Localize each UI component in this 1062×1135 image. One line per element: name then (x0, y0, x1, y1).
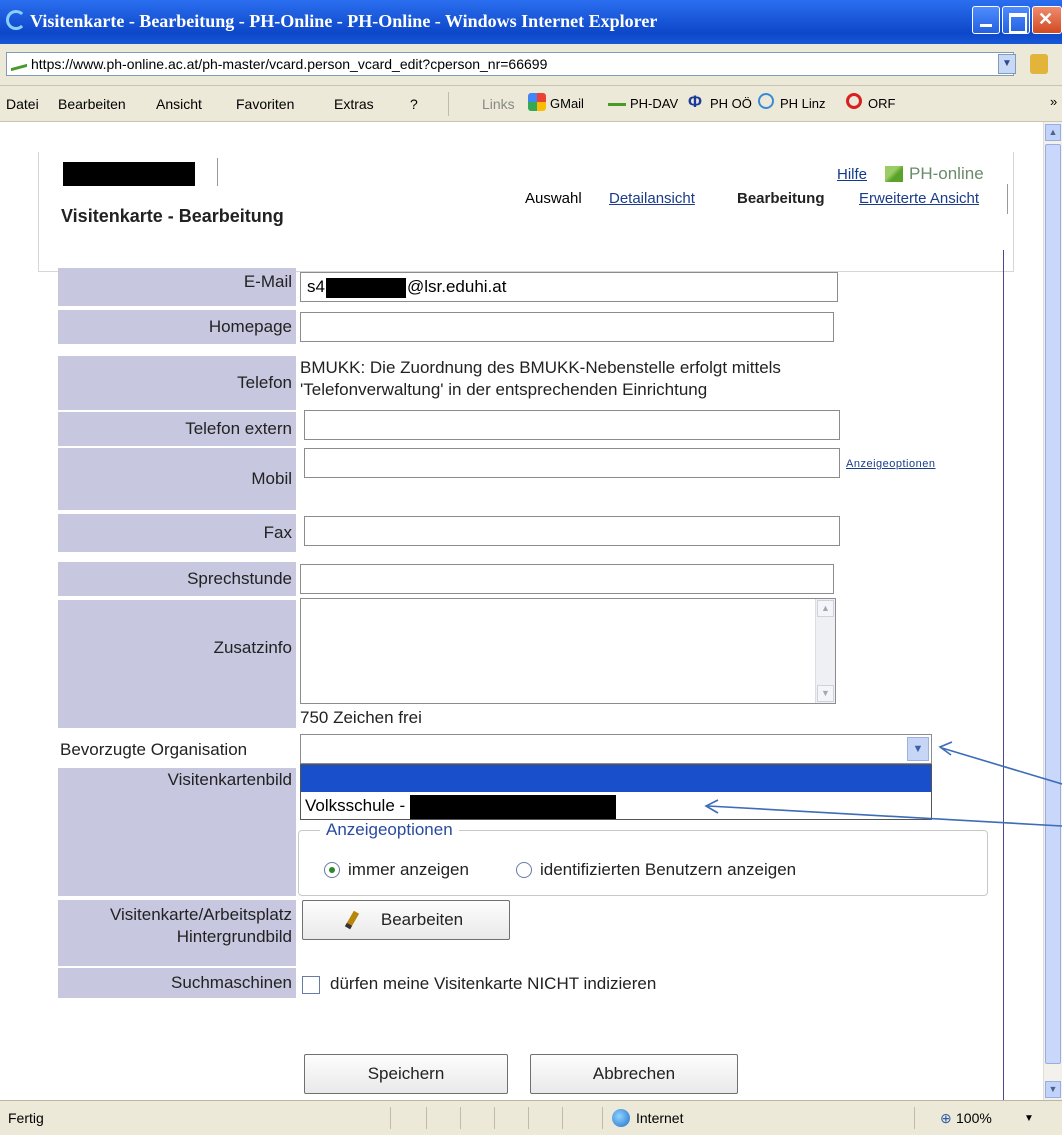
status-divider (914, 1107, 915, 1129)
annotation-arrows (704, 741, 1062, 827)
status-divider (562, 1107, 563, 1129)
zoom-dropdown-icon[interactable]: ▼ (1024, 1113, 1034, 1124)
annotation-arrow-option (707, 805, 1062, 827)
status-divider (602, 1107, 603, 1129)
status-divider (528, 1107, 529, 1129)
security-zone: Internet (636, 1110, 684, 1126)
zoom-level[interactable]: 100% (956, 1110, 992, 1126)
status-bar: Fertig Internet ⊕ 100% ▼ (0, 1100, 1062, 1135)
status-text: Fertig (8, 1110, 44, 1126)
zoom-icon: ⊕ (940, 1110, 952, 1126)
status-divider (390, 1107, 391, 1129)
annotation-arrow-select (941, 747, 1062, 785)
globe-icon (612, 1109, 630, 1127)
status-divider (494, 1107, 495, 1129)
status-divider (460, 1107, 461, 1129)
status-divider (426, 1107, 427, 1129)
